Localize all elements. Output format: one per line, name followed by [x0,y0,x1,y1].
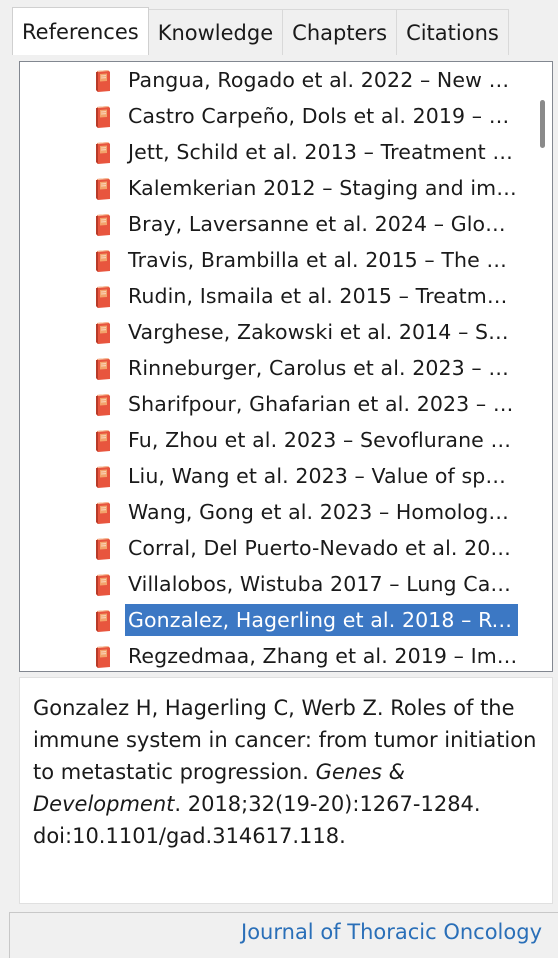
book-icon [93,429,113,453]
reference-label: Liu, Wang et al. 2023 – Value of spec… [128,464,518,488]
scrollbar-thumb[interactable] [540,100,545,148]
book-icon [93,573,113,597]
reference-row[interactable]: Corral, Del Puerto-Nevado et al. 202… [20,532,520,564]
reference-label: Jett, Schild et al. 2013 – Treatment o… [128,140,518,164]
reference-label: Varghese, Zakowski et al. 2014 – Sm… [128,320,518,344]
reference-label: Wang, Gong et al. 2023 – Homologo… [128,500,518,524]
reference-row[interactable]: Regzedmaa, Zhang et al. 2019 – Im… [20,640,520,671]
reference-label: Gonzalez, Hagerling et al. 2018 – Rol… [125,604,518,636]
reference-label: Regzedmaa, Zhang et al. 2019 – Im… [128,644,518,668]
reference-label: Rinneburger, Carolus et al. 2023 – A… [128,356,518,380]
reference-label: Travis, Brambilla et al. 2015 – The 20… [128,248,518,272]
book-icon [93,213,113,237]
book-icon [93,645,113,669]
reference-label: Fu, Zhou et al. 2023 – Sevoflurane A… [128,428,518,452]
book-icon [93,357,113,381]
reference-label: Rudin, Ismaila et al. 2015 – Treatmen… [128,284,518,308]
book-icon [93,501,113,525]
reference-row[interactable]: Pangua, Rogado et al. 2022 – New p… [20,64,520,96]
reference-row[interactable]: Sharifpour, Ghafarian et al. 2023 – R… [20,388,520,420]
tab-chapters[interactable]: Chapters [283,9,398,55]
reference-label: Castro Carpeño, Dols et al. 2019 – S… [128,104,518,128]
reference-list-panel: Pangua, Rogado et al. 2022 – New p… Castr… [19,61,553,672]
reference-row[interactable]: Rudin, Ismaila et al. 2015 – Treatmen… [20,280,520,312]
reference-row[interactable]: Gonzalez, Hagerling et al. 2018 – Rol… [20,604,520,636]
tab-knowledge[interactable]: Knowledge [148,9,284,55]
reference-row[interactable]: Bray, Laversanne et al. 2024 – Global… [20,208,520,240]
reference-row[interactable]: Wang, Gong et al. 2023 – Homologo… [20,496,520,528]
book-icon [93,393,113,417]
reference-row[interactable]: Villalobos, Wistuba 2017 – Lung Can… [20,568,520,600]
reference-row[interactable]: Liu, Wang et al. 2023 – Value of spec… [20,460,520,492]
reference-label: Corral, Del Puerto-Nevado et al. 202… [128,536,518,560]
reference-label: Pangua, Rogado et al. 2022 – New p… [128,68,518,92]
book-icon [93,141,113,165]
reference-row[interactable]: Jett, Schild et al. 2013 – Treatment o… [20,136,520,168]
reference-label: Sharifpour, Ghafarian et al. 2023 – R… [128,392,518,416]
book-icon [93,321,113,345]
citation-authors-title: Gonzalez H, Hagerling C, Werb Z. Roles o… [33,696,537,784]
book-icon [93,249,113,273]
book-icon [93,609,113,633]
references-window: References Knowledge Chapters Citations … [0,0,558,958]
reference-label: Kalemkerian 2012 – Staging and ima… [128,176,518,200]
tab-references[interactable]: References [12,7,149,55]
reference-row[interactable]: Fu, Zhou et al. 2023 – Sevoflurane A… [20,424,520,456]
reference-row[interactable]: Travis, Brambilla et al. 2015 – The 20… [20,244,520,276]
book-icon [93,177,113,201]
book-icon [93,285,113,309]
citation-preview: Gonzalez H, Hagerling C, Werb Z. Roles o… [19,677,553,904]
tab-bar: References Knowledge Chapters Citations [12,7,509,55]
reference-row[interactable]: Kalemkerian 2012 – Staging and ima… [20,172,520,204]
book-icon [93,69,113,93]
reference-row[interactable]: Castro Carpeño, Dols et al. 2019 – S… [20,100,520,132]
reference-row[interactable]: Varghese, Zakowski et al. 2014 – Sm… [20,316,520,348]
journal-link[interactable]: Journal of Thoracic Oncology [241,920,542,944]
reference-row[interactable]: Rinneburger, Carolus et al. 2023 – A… [20,352,520,384]
book-icon [93,105,113,129]
reference-label: Villalobos, Wistuba 2017 – Lung Can… [128,572,518,596]
book-icon [93,465,113,489]
book-icon [93,537,113,561]
vertical-scrollbar[interactable] [534,62,552,671]
reference-label: Bray, Laversanne et al. 2024 – Global… [128,212,518,236]
tab-citations[interactable]: Citations [397,9,509,55]
